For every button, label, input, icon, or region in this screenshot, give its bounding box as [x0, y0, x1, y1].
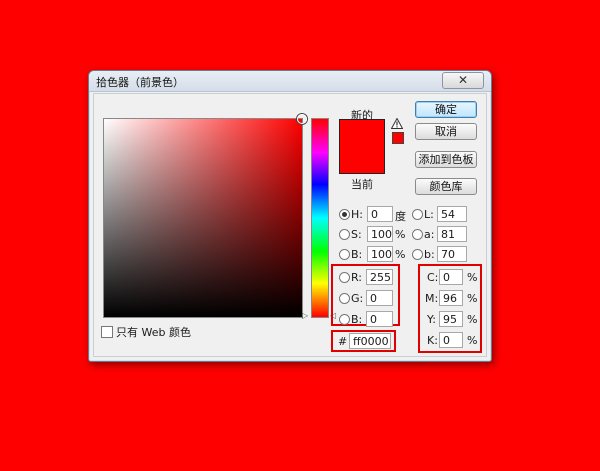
dialog-title: 拾色器（前景色） [96, 76, 184, 89]
saturation-radio[interactable] [339, 229, 350, 240]
hue-input[interactable]: 0 [367, 206, 393, 222]
brightness-label: B: [351, 248, 363, 261]
hue-slider[interactable] [311, 118, 329, 318]
hex-label: # [338, 335, 348, 348]
green-input[interactable]: 0 [366, 290, 393, 306]
green-label: G: [351, 292, 364, 305]
magenta-unit: % [467, 292, 478, 305]
lab-b-input[interactable]: 70 [437, 246, 467, 262]
add-to-swatches-button[interactable]: 添加到色板 [415, 151, 477, 168]
green-radio[interactable] [339, 293, 350, 304]
lab-a-radio[interactable] [412, 229, 423, 240]
web-only-option[interactable]: 只有 Web 颜色 [101, 324, 191, 340]
brightness-radio[interactable] [339, 249, 350, 260]
cancel-button[interactable]: 取消 [415, 123, 477, 140]
close-icon: ✕ [457, 73, 469, 87]
blue-radio[interactable] [339, 314, 350, 325]
saturation-unit: % [395, 228, 406, 241]
magenta-label: M: [425, 292, 439, 305]
hex-input[interactable]: ff0000 [349, 333, 391, 349]
yellow-label: Y: [427, 313, 436, 326]
current-color-label: 当前 [351, 178, 373, 191]
black-input[interactable]: 0 [439, 332, 463, 348]
lab-b-radio[interactable] [412, 249, 423, 260]
cyan-unit: % [467, 271, 478, 284]
lab-a-input[interactable]: 81 [437, 226, 467, 242]
blue-input[interactable]: 0 [366, 311, 393, 327]
hue-slider-left-arrow-icon[interactable]: ▷ [302, 311, 308, 320]
red-label: R: [351, 271, 363, 284]
hue-label: H: [351, 208, 363, 221]
title-bar[interactable]: 拾色器（前景色） ✕ [89, 71, 491, 92]
cyan-label: C: [427, 271, 439, 284]
saturation-brightness-field[interactable] [103, 114, 307, 318]
gamut-correction-swatch[interactable] [392, 132, 404, 144]
out-of-gamut-warning-icon[interactable] [391, 118, 403, 129]
yellow-unit: % [467, 313, 478, 326]
close-button[interactable]: ✕ [442, 72, 484, 89]
red-radio[interactable] [339, 272, 350, 283]
lab-b-label: b: [424, 248, 435, 261]
web-only-label: 只有 Web 颜色 [116, 326, 191, 339]
new-color-swatch [339, 119, 385, 147]
black-unit: % [467, 334, 478, 347]
magenta-input[interactable]: 96 [439, 290, 463, 306]
brightness-unit: % [395, 248, 406, 261]
hue-unit: 度 [395, 210, 406, 223]
black-label: K: [427, 334, 438, 347]
saturation-label: S: [351, 228, 362, 241]
hue-radio[interactable] [339, 209, 350, 220]
lab-l-input[interactable]: 54 [437, 206, 467, 222]
color-libraries-button[interactable]: 颜色库 [415, 178, 477, 195]
web-only-checkbox[interactable] [101, 326, 113, 338]
current-color-swatch[interactable] [339, 146, 385, 174]
cyan-input[interactable]: 0 [439, 269, 463, 285]
yellow-input[interactable]: 95 [439, 311, 463, 327]
lab-l-radio[interactable] [412, 209, 423, 220]
brightness-input[interactable]: 100 [367, 246, 393, 262]
lab-a-label: a: [424, 228, 435, 241]
saturation-input[interactable]: 100 [367, 226, 393, 242]
color-field-marker[interactable] [297, 114, 307, 124]
lab-l-label: L: [424, 208, 434, 221]
color-picker-dialog: 拾色器（前景色） ✕ ▷ ◁ 只有 Web 颜色 新的 当前 确定 取消 添加到… [88, 70, 492, 362]
blue-label: B: [351, 313, 363, 326]
red-input[interactable]: 255 [366, 269, 393, 285]
ok-button[interactable]: 确定 [415, 101, 477, 118]
